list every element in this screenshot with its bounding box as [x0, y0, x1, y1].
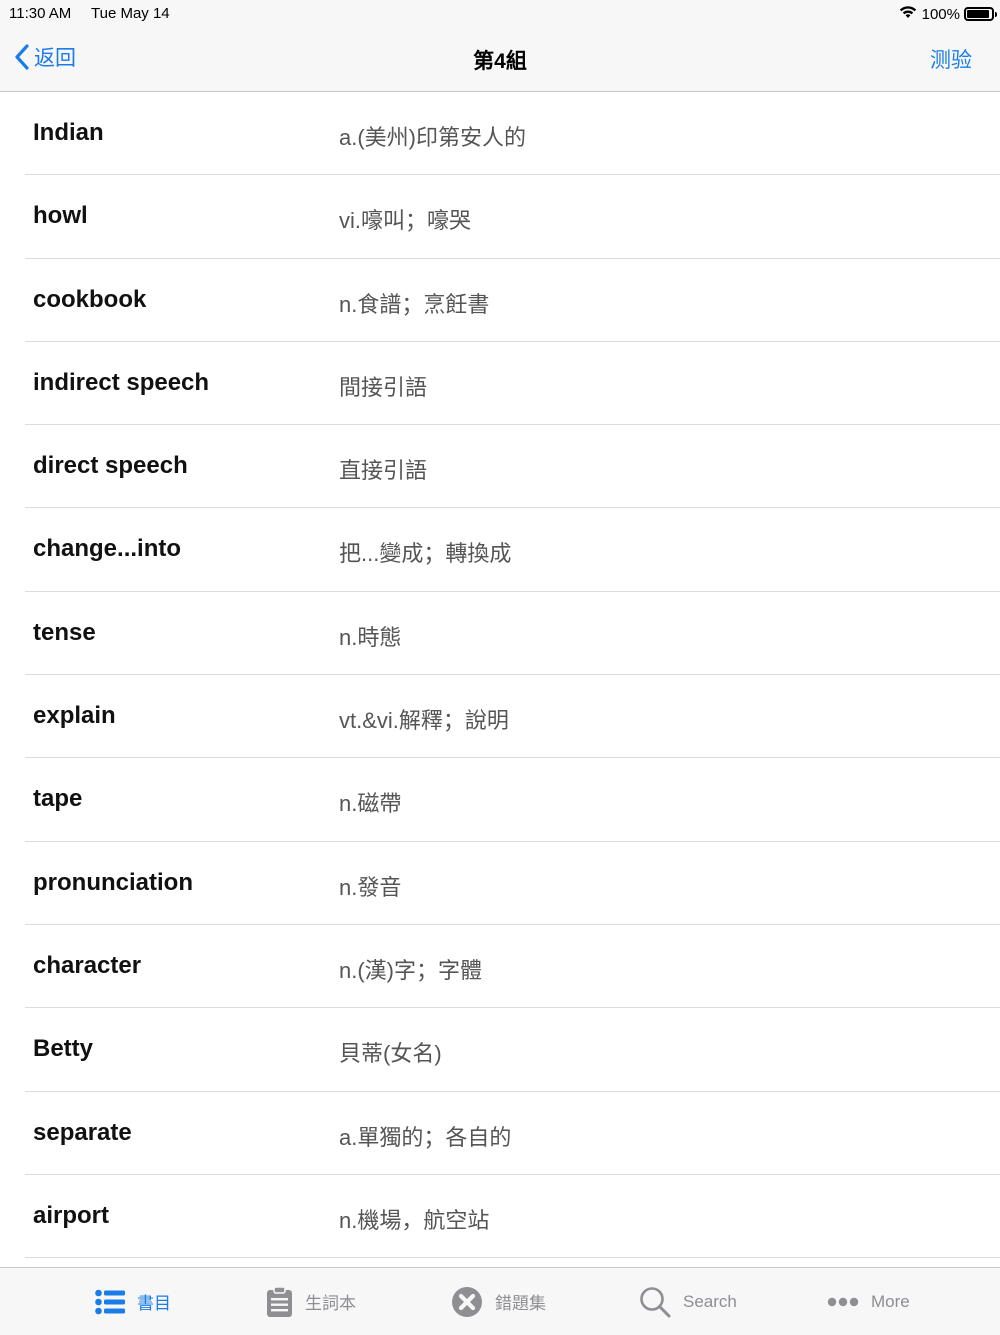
- list-item[interactable]: explain vt.&vi.解釋；說明: [0, 675, 1000, 759]
- list-item[interactable]: direct speech 直接引語: [0, 425, 1000, 509]
- tab-more[interactable]: More: [827, 1268, 910, 1335]
- list-item[interactable]: howl vi.嚎叫；嚎哭: [0, 175, 1000, 259]
- tab-catalog[interactable]: 書目: [95, 1268, 171, 1335]
- tab-search[interactable]: Search: [639, 1268, 737, 1335]
- navigation-bar: 返回 第4組 测验: [0, 26, 1000, 92]
- status-bar: 11:30 AM Tue May 14 100%: [0, 0, 1000, 26]
- list-item[interactable]: pronunciation n.發音: [0, 842, 1000, 926]
- list-item[interactable]: airport n.機場，航空站: [0, 1175, 1000, 1259]
- word-definition: n.(漢)字；字體: [339, 957, 483, 983]
- tab-label: Search: [683, 1291, 737, 1311]
- tab-vocabulary[interactable]: 生詞本: [266, 1268, 356, 1335]
- word-term: airport: [33, 1201, 110, 1229]
- list-item[interactable]: Indian a.(美州)印第安人的: [0, 92, 1000, 176]
- list-item[interactable]: Betty 貝蒂(女名): [0, 1008, 1000, 1092]
- clipboard-icon: [267, 1285, 292, 1317]
- word-definition: n.機場，航空站: [339, 1207, 490, 1233]
- word-term: direct speech: [33, 452, 188, 480]
- word-definition: n.食譜；烹飪書: [339, 291, 490, 317]
- word-term: Betty: [33, 1035, 94, 1063]
- status-time: 11:30 AM: [9, 5, 72, 22]
- more-icon: [827, 1297, 859, 1306]
- word-term: howl: [33, 202, 88, 230]
- list-item[interactable]: tape n.磁帶: [0, 758, 1000, 842]
- tab-label: 書目: [137, 1294, 171, 1313]
- page-title: 第4組: [473, 50, 527, 73]
- word-term: tape: [33, 785, 83, 813]
- quiz-button[interactable]: 测验: [930, 44, 972, 74]
- tab-label: 錯題集: [495, 1294, 546, 1313]
- word-term: explain: [33, 702, 116, 730]
- word-term: pronunciation: [33, 868, 193, 896]
- word-definition: vt.&vi.解釋；說明: [339, 708, 509, 734]
- list-icon: [95, 1289, 125, 1314]
- battery-icon: [964, 7, 997, 21]
- tab-mistakes[interactable]: 錯題集: [451, 1268, 546, 1335]
- word-term: tense: [33, 618, 96, 646]
- word-definition: 把...變成；轉換成: [339, 541, 512, 567]
- word-definition: a.單獨的；各自的: [339, 1124, 512, 1150]
- tab-bar: 書目 生詞本 錯題集 Search More: [0, 1267, 1000, 1335]
- list-item[interactable]: character n.(漢)字；字體: [0, 925, 1000, 1009]
- word-definition: 貝蒂(女名): [339, 1041, 442, 1067]
- search-icon: [640, 1286, 671, 1317]
- word-definition: n.發音: [339, 874, 402, 900]
- word-definition: vi.嚎叫；嚎哭: [339, 208, 472, 234]
- tab-label: 生詞本: [305, 1294, 356, 1313]
- battery-percent: 100%: [921, 5, 960, 23]
- list-item[interactable]: separate a.單獨的；各自的: [0, 1092, 1000, 1176]
- word-term: Indian: [33, 119, 104, 146]
- wifi-icon: [898, 4, 918, 24]
- word-term: change...into: [33, 535, 182, 563]
- word-definition: 間接引語: [339, 374, 428, 400]
- list-item[interactable]: change...into 把...變成；轉換成: [0, 508, 1000, 593]
- status-indicators: 100%: [898, 4, 997, 24]
- word-definition: n.時態: [339, 624, 402, 650]
- word-definition: a.(美州)印第安人的: [339, 125, 527, 150]
- list-item[interactable]: indirect speech 間接引語: [0, 342, 1000, 426]
- word-definition: n.磁帶: [339, 791, 402, 817]
- x-circle-icon: [452, 1286, 482, 1317]
- list-item[interactable]: tense n.時態: [0, 592, 1000, 676]
- status-date: Tue May 14: [91, 5, 170, 22]
- list-item[interactable]: cookbook n.食譜；烹飪書: [0, 259, 1000, 343]
- word-term: cookbook: [33, 285, 147, 313]
- tab-label: More: [871, 1291, 910, 1311]
- battery-fill: [967, 10, 989, 18]
- word-term: separate: [33, 1118, 132, 1146]
- word-term: indirect speech: [33, 368, 210, 396]
- word-definition: 直接引語: [339, 458, 428, 484]
- word-list: Indian a.(美州)印第安人的 howl vi.嚎叫；嚎哭 cookbook n.食…: [0, 92, 1000, 1267]
- word-term: character: [33, 951, 142, 979]
